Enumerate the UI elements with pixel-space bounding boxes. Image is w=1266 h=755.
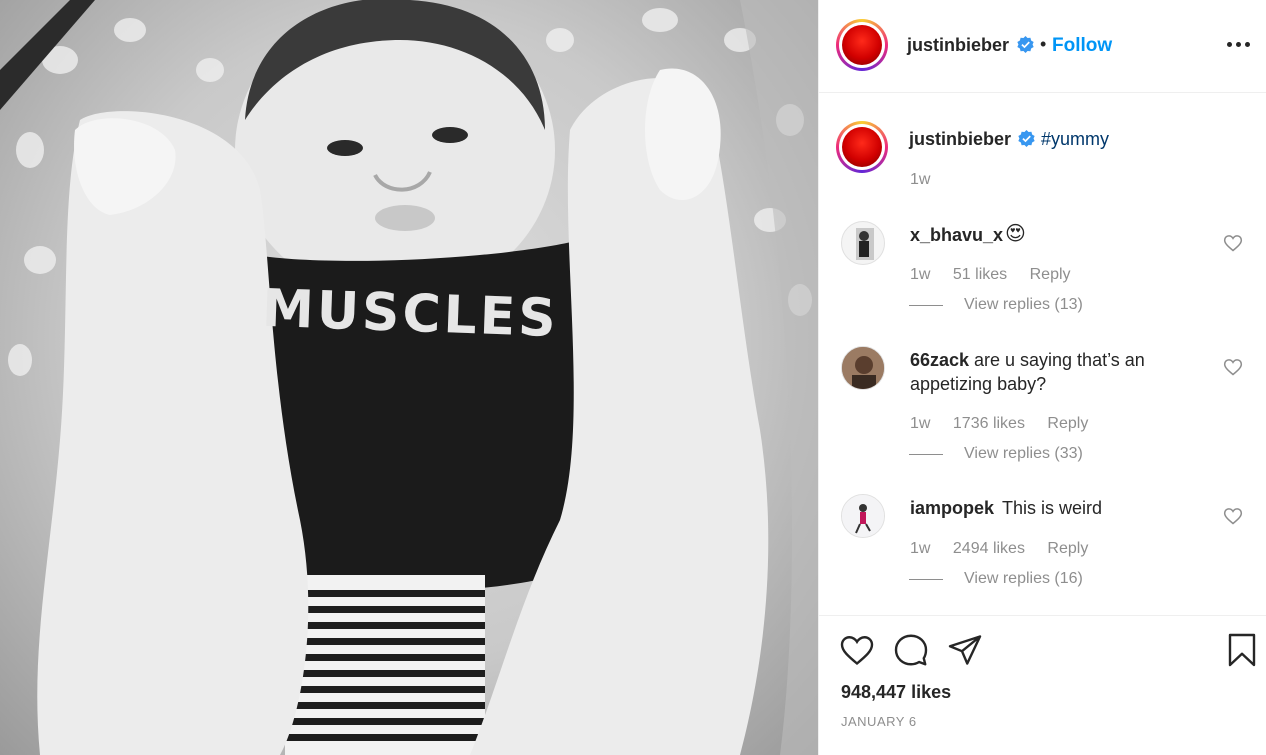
view-replies-button[interactable]: View replies (13) <box>964 296 1083 314</box>
likes-count[interactable]: 948,447 likes <box>841 682 951 703</box>
follow-button[interactable]: Follow <box>1052 35 1112 57</box>
caption-username[interactable]: justinbieber <box>909 129 1011 150</box>
comment-likes[interactable]: 1736 likes <box>953 415 1025 432</box>
avatar <box>842 25 882 65</box>
like-comment-heart-icon[interactable] <box>1223 233 1243 253</box>
comment-username[interactable]: x_bhavu_x <box>910 225 1003 246</box>
post-side-panel: justinbieber • Follow justinbieber #yumm… <box>818 0 1266 755</box>
more-options-icon[interactable] <box>1227 30 1255 58</box>
comment-time: 1w <box>910 415 931 432</box>
separator-dot: • <box>1040 34 1047 54</box>
caption-author-avatar[interactable] <box>836 121 888 173</box>
comment-text: are u saying that’s an appetizing baby? <box>910 350 1145 394</box>
author-avatar[interactable] <box>836 19 888 71</box>
replies-divider <box>909 454 943 455</box>
like-comment-heart-icon[interactable] <box>1223 357 1243 377</box>
comment-likes[interactable]: 51 likes <box>953 266 1007 283</box>
reply-button[interactable]: Reply <box>1047 415 1088 432</box>
comment-meta: 1w 2494 likes Reply <box>910 540 1106 558</box>
comment-username[interactable]: iampopek <box>910 498 994 519</box>
view-replies-button[interactable]: View replies (33) <box>964 445 1083 463</box>
commenter-avatar[interactable] <box>841 221 885 265</box>
commenter-avatar[interactable] <box>841 346 885 390</box>
comment-likes[interactable]: 2494 likes <box>953 540 1025 557</box>
comment-time: 1w <box>910 540 931 557</box>
caption-hashtag[interactable]: #yummy <box>1041 129 1109 150</box>
post-date[interactable]: JANUARY 6 <box>841 714 917 729</box>
caption-timestamp: 1w <box>910 171 931 188</box>
like-comment-heart-icon[interactable] <box>1223 506 1243 526</box>
replies-divider <box>909 579 943 580</box>
comment-meta: 1w 1736 likes Reply <box>910 415 1106 433</box>
commenter-avatar[interactable] <box>841 494 885 538</box>
comment-meta: 1w 51 likes Reply <box>910 266 1089 284</box>
view-replies-button[interactable]: View replies (16) <box>964 570 1083 588</box>
replies-divider <box>909 305 943 306</box>
shirt-text: MUSCLES <box>261 278 560 350</box>
share-icon[interactable] <box>947 632 983 668</box>
reply-button[interactable]: Reply <box>1030 266 1071 283</box>
post-header: justinbieber • Follow <box>819 0 1266 93</box>
baby-photo-illustration <box>0 0 818 755</box>
post-actions: 948,447 likes JANUARY 6 <box>819 615 1266 755</box>
verified-icon <box>1018 130 1035 147</box>
comment-time: 1w <box>910 266 931 283</box>
reply-button[interactable]: Reply <box>1047 540 1088 557</box>
comment-icon[interactable] <box>893 632 929 668</box>
heart-icon[interactable] <box>839 632 875 668</box>
author-username[interactable]: justinbieber <box>907 35 1009 56</box>
instagram-post: MUSCLES justinbieber • Follow justinbieb… <box>0 0 1266 755</box>
bookmark-icon[interactable] <box>1224 632 1260 668</box>
verified-icon <box>1017 36 1034 53</box>
avatar <box>842 127 882 167</box>
post-image[interactable]: MUSCLES <box>0 0 818 755</box>
comment-text: This is weird <box>1002 498 1103 518</box>
